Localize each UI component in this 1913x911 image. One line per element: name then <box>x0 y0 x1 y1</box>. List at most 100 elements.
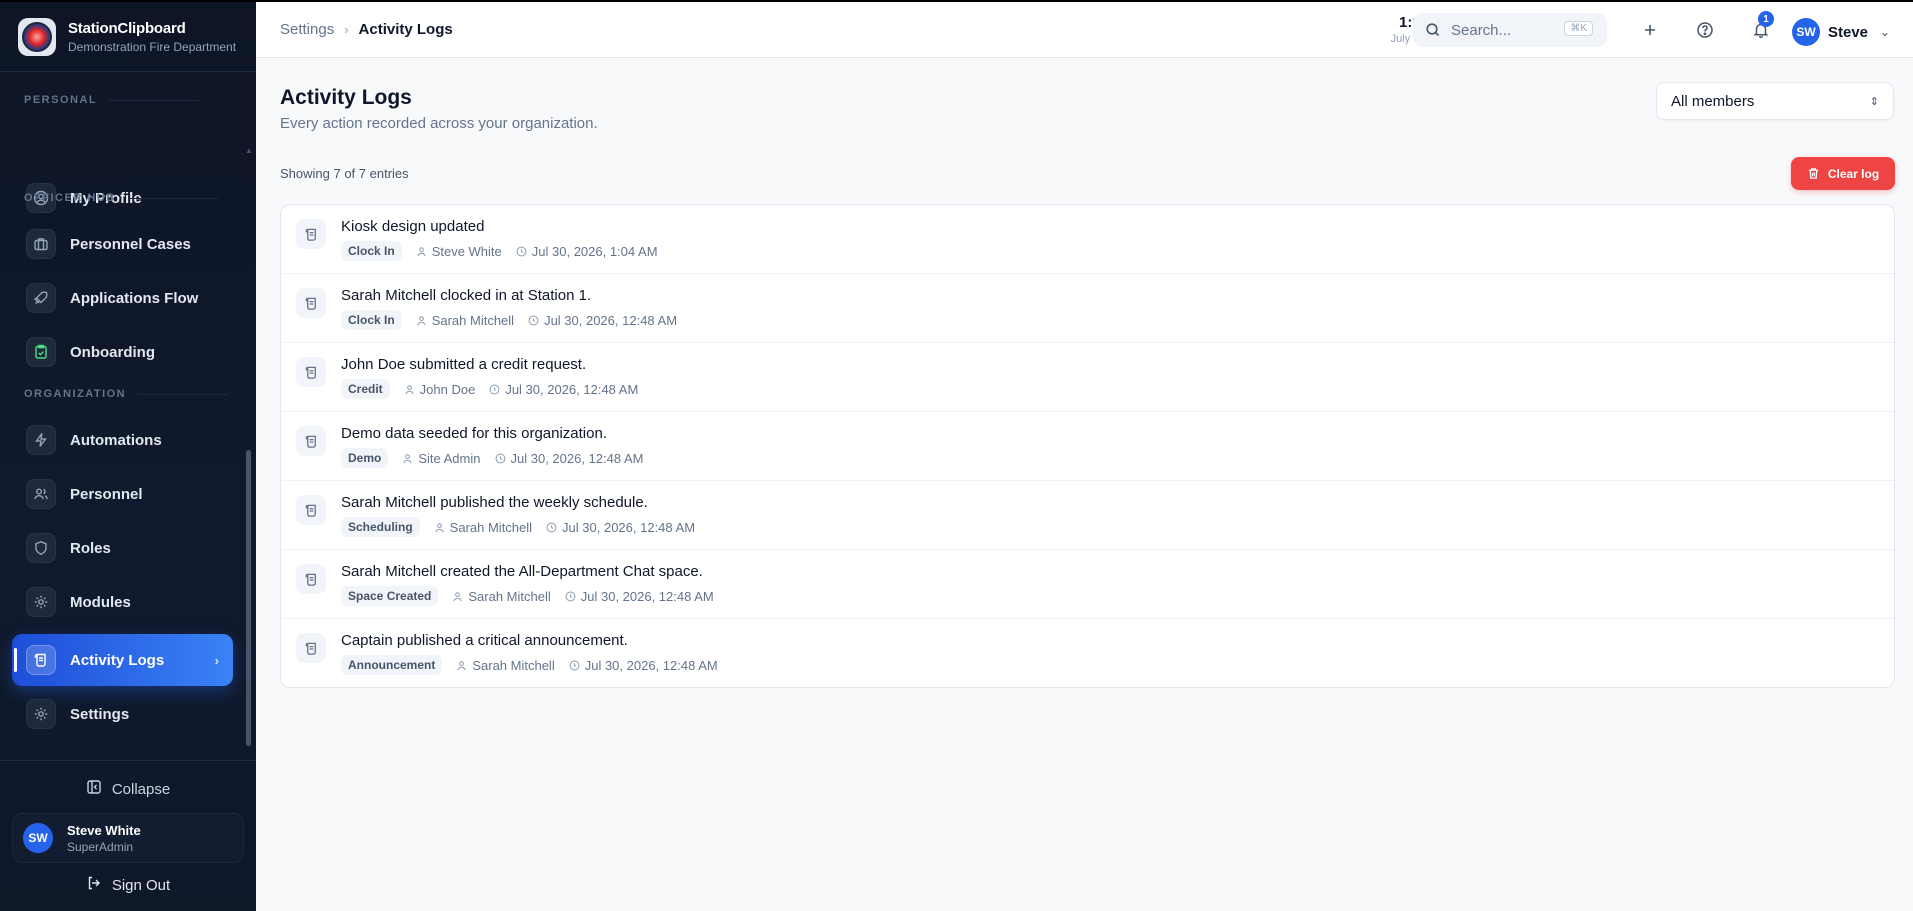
log-user: John Doe <box>404 381 476 397</box>
gear-icon <box>26 587 56 617</box>
help-button[interactable] <box>1694 19 1716 41</box>
chevron-down-icon: ⌄ <box>1880 25 1891 39</box>
search-icon <box>1425 22 1441 38</box>
bolt-icon <box>26 425 56 455</box>
clock-icon <box>569 660 580 671</box>
scroll-icon <box>296 495 326 525</box>
log-title: John Doe submitted a credit request. <box>341 356 587 373</box>
log-entry[interactable]: Sarah Mitchell published the weekly sche… <box>281 481 1894 550</box>
sidebar-item-modules[interactable]: Modules <box>12 576 233 628</box>
scroll-icon <box>296 219 326 249</box>
shield-icon <box>26 533 56 563</box>
notification-badge: 1 <box>1758 11 1774 27</box>
scroll-up-arrow[interactable]: ▲ <box>245 146 253 155</box>
clock-icon <box>495 453 506 464</box>
sidebar-item-label: Onboarding <box>70 343 155 361</box>
log-title: Demo data seeded for this organization. <box>341 425 607 442</box>
user-icon <box>452 591 463 602</box>
log-entry[interactable]: Sarah Mitchell clocked in at Station 1. C… <box>281 274 1894 343</box>
user-icon <box>404 384 415 395</box>
page-subtitle: Every action recorded across your organi… <box>280 115 598 132</box>
log-user: Sarah Mitchell <box>434 520 532 535</box>
breadcrumb: Settings › Activity Logs <box>280 21 453 38</box>
search-input[interactable]: Search... ⌘K <box>1413 13 1607 47</box>
log-entry[interactable]: Kiosk design updated Clock In Steve White J… <box>281 205 1894 274</box>
add-button[interactable] <box>1639 19 1661 41</box>
user-icon <box>402 453 413 464</box>
avatar: SW <box>23 823 53 853</box>
brand-name: StationClipboard <box>68 19 186 37</box>
gear-icon <box>26 699 56 729</box>
log-title: Sarah Mitchell created the All-Departmen… <box>341 563 703 580</box>
log-category-tag: Space Created <box>341 586 439 606</box>
log-timestamp: Jul 30, 2026, 12:48 AM <box>580 588 714 604</box>
users-icon <box>26 479 56 509</box>
logout-icon <box>86 875 102 895</box>
log-user-name: John Doe <box>419 381 476 397</box>
entry-count: Showing 7 of 7 entries <box>280 166 409 181</box>
sign-out-button[interactable]: Sign Out <box>0 875 256 895</box>
log-user: Site Admin <box>402 450 481 466</box>
log-user: Sarah Mitchell <box>452 589 551 604</box>
sidebar-item-label: Applications Flow <box>70 289 199 307</box>
log-user-name: Sarah Mitchell <box>431 312 515 328</box>
sidebar-item-applications-flow[interactable]: Applications Flow <box>12 272 233 324</box>
log-entry[interactable]: John Doe submitted a credit request. Cred… <box>281 343 1894 412</box>
brand-logo <box>18 17 56 56</box>
log-user: Steve White <box>416 244 502 259</box>
clear-log-button[interactable]: Clear log <box>1791 157 1895 190</box>
rocket-icon <box>26 283 56 313</box>
log-category-tag: Credit <box>341 379 390 399</box>
log-timestamp: Jul 30, 2026, 1:04 AM <box>531 243 658 259</box>
sidebar-footer: Collapse SW Steve White SuperAdmin Sign … <box>0 760 256 911</box>
collapse-button[interactable]: Collapse <box>0 779 256 799</box>
scroll-icon <box>296 633 326 663</box>
sidebar-item-activity-logs[interactable]: Activity Logs › <box>12 634 233 686</box>
log-category-tag: Demo <box>341 448 389 468</box>
log-meta: Scheduling Sarah Mitchell Jul 30, 2026, 12… <box>341 517 695 537</box>
sidebar-item-personnel-cases[interactable]: Personnel Cases <box>12 218 233 270</box>
log-time: Jul 30, 2026, 12:48 AM <box>495 450 644 466</box>
sidebar-item-roles[interactable]: Roles <box>12 522 233 574</box>
brand[interactable]: StationClipboard Demonstration Fire Depa… <box>0 2 256 72</box>
log-entry[interactable]: Sarah Mitchell created the All-Departmen… <box>281 550 1894 619</box>
sidebar: StationClipboard Demonstration Fire Depa… <box>0 0 256 911</box>
clock-icon <box>546 522 557 533</box>
brand-subtitle: Demonstration Fire Department <box>68 39 237 54</box>
sidebar-item-automations[interactable]: Automations <box>12 414 233 466</box>
log-timestamp: Jul 30, 2026, 12:48 AM <box>510 450 644 466</box>
sidebar-nav: ▲ PERSONAL My Profile OFFICER HUB Person… <box>0 74 256 754</box>
scroll-icon <box>296 357 326 387</box>
avatar: SW <box>1792 18 1820 46</box>
scroll-icon <box>26 645 56 675</box>
log-time: Jul 30, 2026, 12:48 AM <box>528 313 677 328</box>
collapse-label: Collapse <box>111 780 171 798</box>
log-user: Sarah Mitchell <box>456 658 555 673</box>
sidebar-item-personnel[interactable]: Personnel <box>12 468 233 520</box>
member-filter-select[interactable]: All members ⇕ <box>1656 82 1894 120</box>
log-entry[interactable]: Demo data seeded for this organization. D… <box>281 412 1894 481</box>
trash-icon <box>1807 167 1820 180</box>
help-icon <box>1697 22 1713 38</box>
sidebar-item-settings[interactable]: Settings <box>12 688 233 740</box>
user-icon <box>416 315 427 326</box>
log-entry[interactable]: Captain published a critical announcemen… <box>281 619 1894 687</box>
sidebar-item-label: Personnel <box>70 485 143 503</box>
sidebar-scrollbar[interactable] <box>246 450 251 746</box>
plus-icon <box>1645 25 1655 35</box>
clock-icon <box>565 591 576 602</box>
user-icon <box>434 522 445 533</box>
log-category-tag: Clock In <box>341 310 402 330</box>
user-role: SuperAdmin <box>67 839 134 854</box>
log-meta: Credit John Doe Jul 30, 2026, 12:48 AM <box>341 379 638 399</box>
user-menu[interactable]: SW Steve ⌄ <box>1792 18 1890 46</box>
sign-out-label: Sign Out <box>111 876 171 894</box>
section-label-organization: ORGANIZATION <box>24 388 229 400</box>
log-user-name: Site Admin <box>418 450 481 466</box>
section-label-personal: PERSONAL <box>24 94 200 106</box>
log-time: Jul 30, 2026, 12:48 AM <box>565 589 714 604</box>
breadcrumb-parent[interactable]: Settings <box>280 21 334 38</box>
sidebar-item-onboarding[interactable]: Onboarding <box>12 326 233 378</box>
log-user: Sarah Mitchell <box>416 313 514 328</box>
user-card[interactable]: SW Steve White SuperAdmin <box>12 813 244 863</box>
